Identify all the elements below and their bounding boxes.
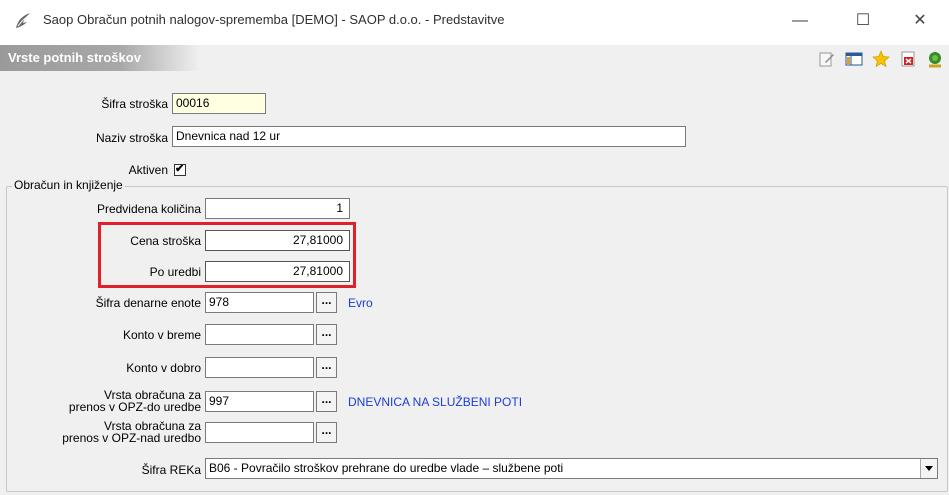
dobro-label: Konto v dobro [126,361,201,375]
app-logo-icon [16,13,30,28]
reka-selected-value: B06 - Povračilo stroškov prehrane do ure… [209,461,564,475]
maximize-button[interactable]: ☐ [843,8,883,34]
dobro-lookup-button[interactable]: ... [316,357,337,378]
opz-nad-label: Vrsta obračuna za prenos v OPZ-nad uredb… [20,420,201,444]
opz-do-input[interactable]: 997 [205,391,314,412]
breme-lookup-button[interactable]: ... [316,324,337,345]
chevron-down-icon [925,466,933,471]
opz-do-label: Vrsta obračuna za prenos v OPZ-do uredbe [20,389,201,413]
denarna-lookup-button[interactable]: ... [316,292,337,313]
edit-icon[interactable] [818,50,836,68]
sifra-label: Šifra stroška [101,97,168,111]
highlight-frame [98,222,356,288]
opz-do-label-line2: prenos v OPZ-do uredbe [68,400,201,414]
form-title: Vrste potnih stroškov [0,45,200,71]
opz-nad-input[interactable] [205,422,314,443]
sifra-input[interactable]: 00016 [172,93,266,114]
table-icon[interactable] [845,50,863,68]
form-content: Šifra stroška 00016 Naziv stroška Dnevni… [0,71,949,495]
reka-select[interactable]: B06 - Povračilo stroškov prehrane do ure… [205,458,938,479]
opz-nad-lookup-button[interactable]: ... [316,422,337,443]
denarna-label: Šifra denarne enote [95,296,201,310]
breme-input[interactable] [205,324,314,345]
delete-icon[interactable] [899,50,917,68]
opz-do-description: DNEVNICA NA SLUŽBENI POTI [348,395,523,409]
dobro-input[interactable] [205,357,314,378]
denarna-description: Evro [348,296,373,310]
exit-icon[interactable] [926,50,944,68]
reka-dropdown-button[interactable] [920,459,937,478]
naziv-input[interactable]: Dnevnica nad 12 ur [172,126,686,147]
reka-label: Šifra REKa [141,463,201,477]
checkmark-icon: ✔ [175,163,185,175]
opz-do-lookup-button[interactable]: ... [316,391,337,412]
close-button[interactable]: ✕ [900,8,940,34]
form-header: Vrste potnih stroškov [0,45,949,71]
star-icon[interactable] [872,50,890,68]
aktiven-label: Aktiven [128,163,168,177]
window-titlebar: Saop Obračun potnih nalogov-sprememba [D… [0,0,949,42]
breme-label: Konto v breme [122,328,201,342]
minimize-button[interactable]: — [780,8,820,34]
window-title: Saop Obračun potnih nalogov-sprememba [D… [43,12,505,27]
denarna-input[interactable]: 978 [205,292,314,313]
kolicina-input[interactable]: 1 [205,198,350,219]
aktiven-checkbox[interactable]: ✔ [174,163,186,176]
opz-nad-label-line2: prenos v OPZ-nad uredbo [62,431,201,445]
kolicina-label: Predvidena količina [96,202,201,216]
obracun-group-title: Obračun in knjiženje [12,178,125,192]
naziv-label: Naziv stroška [95,131,168,145]
